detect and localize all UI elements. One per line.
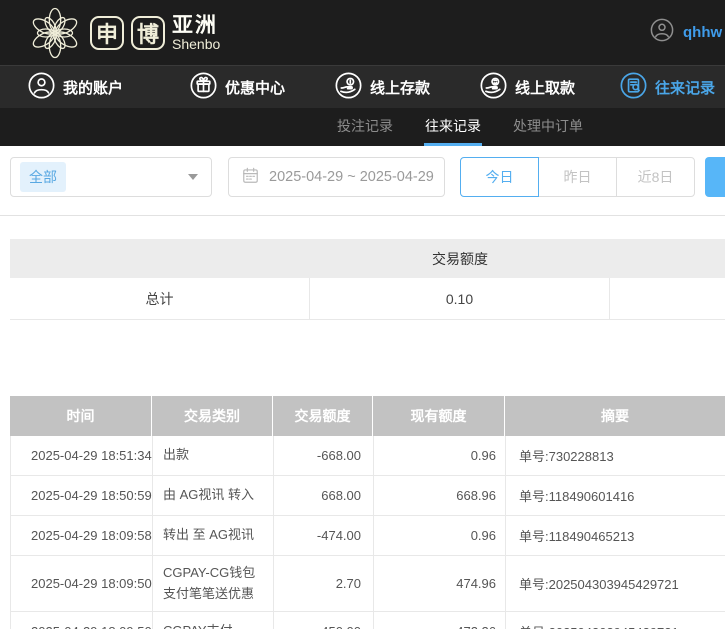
col-header-time: 时间 [10,396,152,436]
quick-range-today[interactable]: 今日 [460,157,539,197]
logo-char-shen: 申 [90,16,124,50]
cell-time: 2025-04-29 18:09:58 [11,516,153,555]
cell-amount: -474.00 [274,516,374,555]
nav-item-withdraw[interactable]: 线上取款 [480,66,575,108]
tab-betting-records[interactable]: 投注记录 [337,108,393,146]
cell-summary: 单号:730228813 [506,436,725,475]
cell-balance: 668.96 [374,476,506,515]
user-icon [28,72,55,103]
cell-summary: 单号:118490465213 [506,516,725,555]
nav-item-my-account[interactable]: 我的账户 [28,66,123,108]
calendar-icon [241,166,260,189]
nav-label: 我的账户 [63,77,123,98]
nav-item-deposit[interactable]: 线上存款 [335,66,430,108]
gift-icon [190,72,217,103]
deposit-coin-icon [335,72,362,103]
brand-logo[interactable]: 申 博 亚洲 Shenbo [27,5,220,61]
table-row: 2025-04-29 18:09:50 CGPAY支付 450.00 472.2… [10,612,725,629]
nav-label: 线上取款 [515,77,575,98]
transactions-table: 时间 交易类别 交易额度 现有额度 摘要 2025-04-29 18:51:34… [10,396,725,629]
tab-processing-orders[interactable]: 处理中订单 [513,108,583,146]
cell-type: CGPAY-CG钱包支付笔笔送优惠 [153,556,274,611]
col-header-type: 交易类别 [152,396,273,436]
type-select[interactable]: 全部 [10,157,212,197]
table-row: 2025-04-29 18:50:59 由 AG视讯 转入 668.00 668… [10,476,725,516]
summary-total-value: 0.10 [310,278,610,319]
avatar-icon [650,18,674,47]
quick-range-yesterday[interactable]: 昨日 [538,157,617,197]
withdraw-coin-icon [480,72,507,103]
nav-label: 线上存款 [370,77,430,98]
col-header-balance: 现有额度 [373,396,505,436]
cell-summary: 单号:202504303945429721 [506,556,725,611]
quick-range-group: 今日 昨日 近8日 [460,157,695,197]
nav-label: 往来记录 [655,77,715,98]
cell-amount: 450.00 [274,612,374,629]
date-range-input[interactable]: 2025-04-29 ~ 2025-04-29 [228,157,445,197]
summary-header-spacer [10,239,310,278]
cell-balance: 474.96 [374,556,506,611]
logo-region-text: 亚洲 [172,15,220,37]
table-row: 2025-04-29 18:51:34 出款 -668.00 0.96 单号:7… [10,436,725,476]
col-header-summary: 摘要 [505,396,725,436]
username[interactable]: qhhw [683,24,722,41]
records-icon [620,72,647,103]
caret-down-icon [188,174,198,180]
cell-balance: 0.96 [374,436,506,475]
summary-col-header: 交易额度 [310,239,610,278]
table-row: 2025-04-29 18:09:58 转出 至 AG视讯 -474.00 0.… [10,516,725,556]
nav-item-records[interactable]: 往来记录 [620,66,715,108]
tab-transaction-records[interactable]: 往来记录 [425,108,481,146]
cell-type: 由 AG视讯 转入 [153,476,274,515]
cell-type: 出款 [153,436,274,475]
flower-logo-icon [27,5,83,61]
search-button[interactable] [705,157,725,197]
summary-table: 交易额度 总计 0.10 [10,239,725,320]
col-header-amount: 交易额度 [273,396,373,436]
summary-empty-cell [610,278,725,319]
record-tabs: 投注记录 往来记录 处理中订单 [0,108,725,146]
main-nav: 我的账户 优惠中心 [0,65,725,108]
cell-balance: 472.26 [374,612,506,629]
summary-header-spacer [610,239,725,278]
date-range-value: 2025-04-29 ~ 2025-04-29 [269,169,434,185]
summary-total-row: 总计 0.10 [10,278,725,320]
cell-type: 转出 至 AG视讯 [153,516,274,555]
table-header-row: 时间 交易类别 交易额度 现有额度 摘要 [10,396,725,436]
quick-range-last8days[interactable]: 近8日 [616,157,695,197]
page: 申 博 亚洲 Shenbo qhhw [0,0,725,629]
type-select-value: 全部 [20,162,66,192]
nav-item-promotions[interactable]: 优惠中心 [190,66,285,108]
cell-amount: 668.00 [274,476,374,515]
cell-amount: 2.70 [274,556,374,611]
cell-time: 2025-04-29 18:51:34 [11,436,153,475]
cell-time: 2025-04-29 18:50:59 [11,476,153,515]
cell-summary: 单号:118490601416 [506,476,725,515]
user-account[interactable]: qhhw [650,0,722,65]
summary-header-row: 交易额度 [10,239,725,278]
summary-total-label: 总计 [10,278,310,319]
logo-char-bo: 博 [131,16,165,50]
cell-time: 2025-04-29 18:09:50 [11,556,153,611]
cell-summary: 单号:202504303945429721 [506,612,725,629]
cell-type: CGPAY支付 [153,612,274,629]
filter-bar: 全部 2025-04-29 ~ 2025-04-29 今日 昨日 近8日 [0,146,725,216]
nav-label: 优惠中心 [225,77,285,98]
cell-time: 2025-04-29 18:09:50 [11,612,153,629]
cell-amount: -668.00 [274,436,374,475]
cell-balance: 0.96 [374,516,506,555]
logo-latin-text: Shenbo [172,37,220,52]
table-row: 2025-04-29 18:09:50 CGPAY-CG钱包支付笔笔送优惠 2.… [10,556,725,612]
top-header: 申 博 亚洲 Shenbo qhhw [0,0,725,65]
